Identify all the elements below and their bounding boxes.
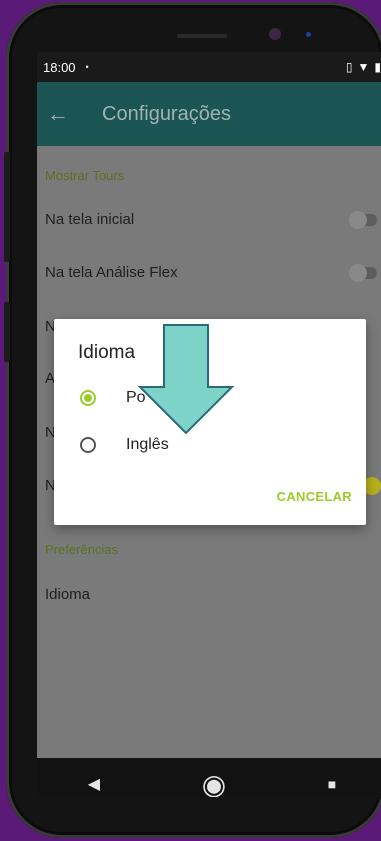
earpiece <box>177 34 227 38</box>
setting-label: Idioma <box>45 586 91 603</box>
setting-label: Na tela Análise Flex <box>45 264 178 281</box>
recents-icon[interactable]: ■ <box>328 776 336 792</box>
app-bar: ← Configurações <box>37 82 381 146</box>
setting-row-initial[interactable]: Na tela inicial <box>45 211 381 229</box>
cancel-button[interactable]: CANCELAR <box>277 489 352 504</box>
back-icon[interactable]: ◀ <box>88 774 100 794</box>
radio-selected[interactable] <box>80 390 96 406</box>
setting-row-flex[interactable]: Na tela Análise Flex <box>45 264 381 282</box>
down-arrow-icon <box>137 324 235 435</box>
dialog-title: Idioma <box>78 342 136 363</box>
wifi-icon: ▼ <box>357 60 370 74</box>
toggle-initial[interactable] <box>349 211 377 229</box>
side-button-upper <box>4 152 10 262</box>
setting-row-language[interactable]: Idioma <box>45 586 381 603</box>
navigation-bar: ◀ ◉ ■ <box>37 758 381 797</box>
vibrate-icon: ▯ <box>345 60 353 74</box>
back-arrow-icon[interactable]: ← <box>47 101 87 127</box>
side-button-lower <box>4 302 10 362</box>
screen: 18:00 • ▯ ▼ ▮ ← Configurações Mostrar To… <box>37 52 381 797</box>
camera-icon <box>269 28 281 40</box>
status-bar: 18:00 • ▯ ▼ ▮ <box>37 52 381 82</box>
section-preferencias: Preferências <box>45 542 118 557</box>
toggle-flex[interactable] <box>349 264 377 282</box>
phone-frame: 18:00 • ▯ ▼ ▮ ← Configurações Mostrar To… <box>4 2 381 838</box>
option-label: Inglês <box>126 436 169 453</box>
sensor-icon <box>306 32 311 37</box>
option-english[interactable]: Inglês <box>80 436 169 454</box>
home-icon[interactable]: ◉ <box>202 768 226 798</box>
battery-icon: ▮ <box>374 60 381 74</box>
setting-label: Na tela inicial <box>45 211 135 228</box>
section-mostrar-tours: Mostrar Tours <box>45 168 125 183</box>
radio-unselected[interactable] <box>80 437 96 453</box>
status-time: 18:00 <box>43 59 76 75</box>
status-dot: • <box>85 62 89 72</box>
page-title: Configurações <box>102 102 231 125</box>
